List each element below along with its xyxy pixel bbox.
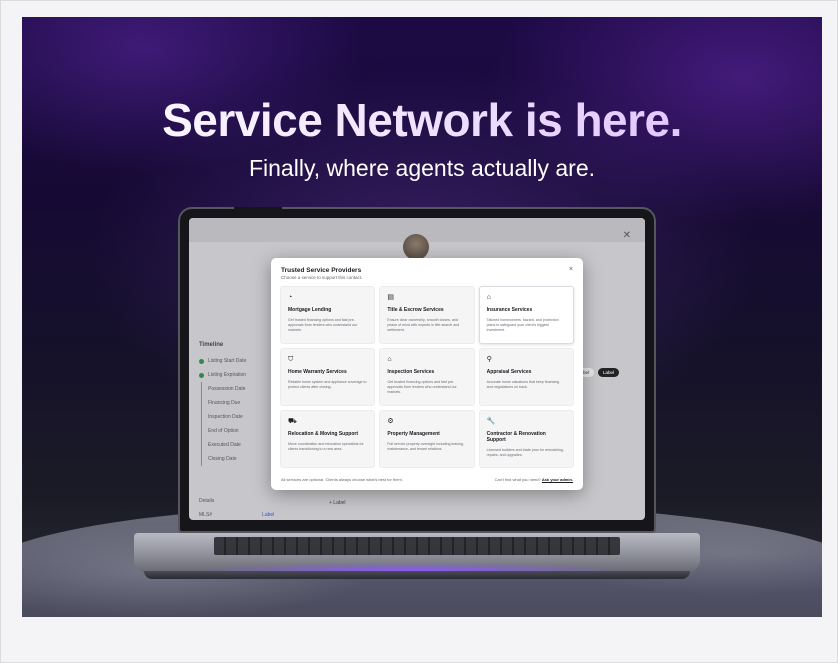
timeline-item-label: Listing Expiration	[208, 372, 247, 378]
timeline-line	[201, 424, 202, 438]
timeline-item[interactable]: End of Option	[199, 424, 269, 438]
shield-icon: ⛉	[288, 356, 294, 363]
timeline-line	[201, 396, 202, 410]
wrench-icon: 🔧	[486, 418, 496, 425]
inspection-icon: ⌂	[387, 356, 392, 363]
footer-help-text: Can't find what you need?	[494, 477, 541, 482]
page-frame: Service Network is here. Finally, where …	[0, 0, 838, 663]
modal-close-icon[interactable]: ×	[569, 266, 573, 273]
keyboard	[214, 537, 620, 555]
service-card[interactable]: ⌂ Inspection Services Get trusted financin…	[379, 348, 475, 406]
timeline-item-label: Financing Due	[208, 400, 241, 406]
service-card-description: Tailored homeowners, hazard, and protect…	[486, 318, 559, 332]
camera-notch	[234, 207, 282, 216]
check-icon	[199, 358, 204, 364]
service-card[interactable]: ⚲ Appraisal Services Accurate home valuati…	[478, 348, 574, 406]
details-section: Details MLS# Label	[199, 498, 274, 518]
ask-admin-link[interactable]: Ask your admin.	[542, 477, 573, 482]
timeline-item[interactable]: Listing Start Date	[199, 354, 269, 368]
service-card-title: Inspection Services	[387, 369, 435, 375]
service-card-description: Accurate home valuations that keep finan…	[486, 380, 560, 389]
service-card[interactable]: ⛉ Home Warranty Services Reliable home sys…	[280, 348, 376, 406]
title-icon: ▤	[387, 294, 394, 301]
service-card-title: Contractor & Renovation Support	[486, 431, 546, 443]
timeline-panel: Timeline Listing Start Date Listing Expir…	[199, 342, 269, 492]
hero-subhead: Finally, where agents actually are.	[248, 155, 596, 181]
service-card[interactable]: ⌂ Insurance Services Tailored homeowners, …	[478, 286, 574, 344]
mls-label: MLS#	[199, 512, 213, 518]
label-pill-active[interactable]: Label	[597, 368, 619, 377]
modal-footer-note: All services are optional. Clients alway…	[281, 477, 403, 482]
add-label-button[interactable]: + Label	[329, 500, 346, 506]
service-card-title: Insurance Services	[486, 307, 533, 313]
mls-value[interactable]: Label	[262, 512, 274, 518]
avatar	[403, 234, 429, 260]
timeline-line	[201, 410, 202, 424]
timeline-item[interactable]: Possession Date	[199, 382, 269, 396]
timeline-item-label: End of Option	[208, 428, 239, 434]
timeline-line	[201, 382, 202, 396]
service-card-description: Full service property oversight includin…	[387, 442, 464, 451]
service-card-title: Mortgage Lending	[288, 307, 332, 313]
mls-row: MLS# Label	[199, 512, 274, 518]
details-title: Details	[199, 498, 215, 504]
service-card[interactable]: 🔧 Contractor & Renovation Support Licensed…	[478, 410, 574, 468]
timeline-item[interactable]: Financing Due	[199, 396, 269, 410]
timeline-item-label: Listing Start Date	[208, 358, 247, 364]
service-card-title: Property Management	[387, 431, 440, 437]
timeline-line	[201, 452, 202, 466]
modal-subtitle: Choose a service to support this contact…	[281, 275, 363, 280]
service-card[interactable]: ◔ Mortgage Lending Get trusted financing o…	[280, 286, 376, 344]
service-card[interactable]: ▤ Title & Escrow Services Ensure clear own…	[379, 286, 475, 344]
service-card[interactable]: ⚙ Property Management Full service propert…	[379, 410, 475, 468]
service-card-description: Ensure clear ownership, smooth closes, a…	[387, 318, 460, 332]
service-providers-modal: Trusted Service Providers Choose a servi…	[271, 258, 583, 490]
timeline-item-label: Possession Date	[208, 386, 246, 392]
laptop-base-front	[144, 571, 690, 579]
service-card-description: Move coordination and relocation special…	[288, 442, 364, 451]
mortgage-icon: ◔	[288, 294, 293, 301]
laptop-screen: ✕ Timeline Listing Start Date Listing Exp…	[189, 218, 645, 520]
modal-title: Trusted Service Providers	[281, 267, 362, 274]
service-card-description: Reliable home system and appliance cover…	[288, 380, 367, 389]
service-card-title: Home Warranty Services	[288, 369, 347, 375]
timeline-item[interactable]: Listing Expiration	[199, 368, 269, 382]
insurance-icon: ⌂	[486, 294, 491, 301]
laptop-lid: ✕ Timeline Listing Start Date Listing Exp…	[178, 207, 656, 533]
timeline-item-label: Executed Date	[208, 442, 241, 448]
check-icon	[199, 372, 204, 378]
hero-headline: Service Network is here.	[22, 93, 822, 147]
service-card-description: Get trusted financing options and fast p…	[387, 380, 457, 394]
service-card-title: Relocation & Moving Support	[288, 431, 358, 437]
service-card-description: Get trusted financing options and fast p…	[288, 318, 358, 332]
service-card-title: Appraisal Services	[486, 369, 532, 375]
appraisal-icon: ⚲	[486, 356, 492, 363]
timeline-item[interactable]: Closing Date	[199, 452, 269, 466]
service-card-grid: ◔ Mortgage Lending Get trusted financing o…	[280, 286, 574, 468]
truck-icon: ⛟	[288, 418, 297, 425]
hero-banner: Service Network is here. Finally, where …	[22, 17, 822, 617]
timeline-item[interactable]: Inspection Date	[199, 410, 269, 424]
service-card[interactable]: ⛟ Relocation & Moving Support Move coordin…	[280, 410, 376, 468]
timeline-list: Listing Start Date Listing Expiration Poss…	[199, 354, 269, 466]
service-card-title: Title & Escrow Services	[387, 307, 444, 313]
property-icon: ⚙	[387, 418, 394, 425]
timeline-item-label: Closing Date	[208, 456, 237, 462]
modal-footer-help: Can't find what you need? Ask your admin…	[495, 477, 573, 482]
close-icon[interactable]: ✕	[623, 230, 631, 241]
service-card-description: Licensed builders and trade pros for rem…	[486, 448, 564, 457]
timeline-item-label: Inspection Date	[208, 414, 243, 420]
timeline-title: Timeline	[199, 342, 224, 348]
timeline-line	[201, 438, 202, 452]
timeline-item[interactable]: Executed Date	[199, 438, 269, 452]
